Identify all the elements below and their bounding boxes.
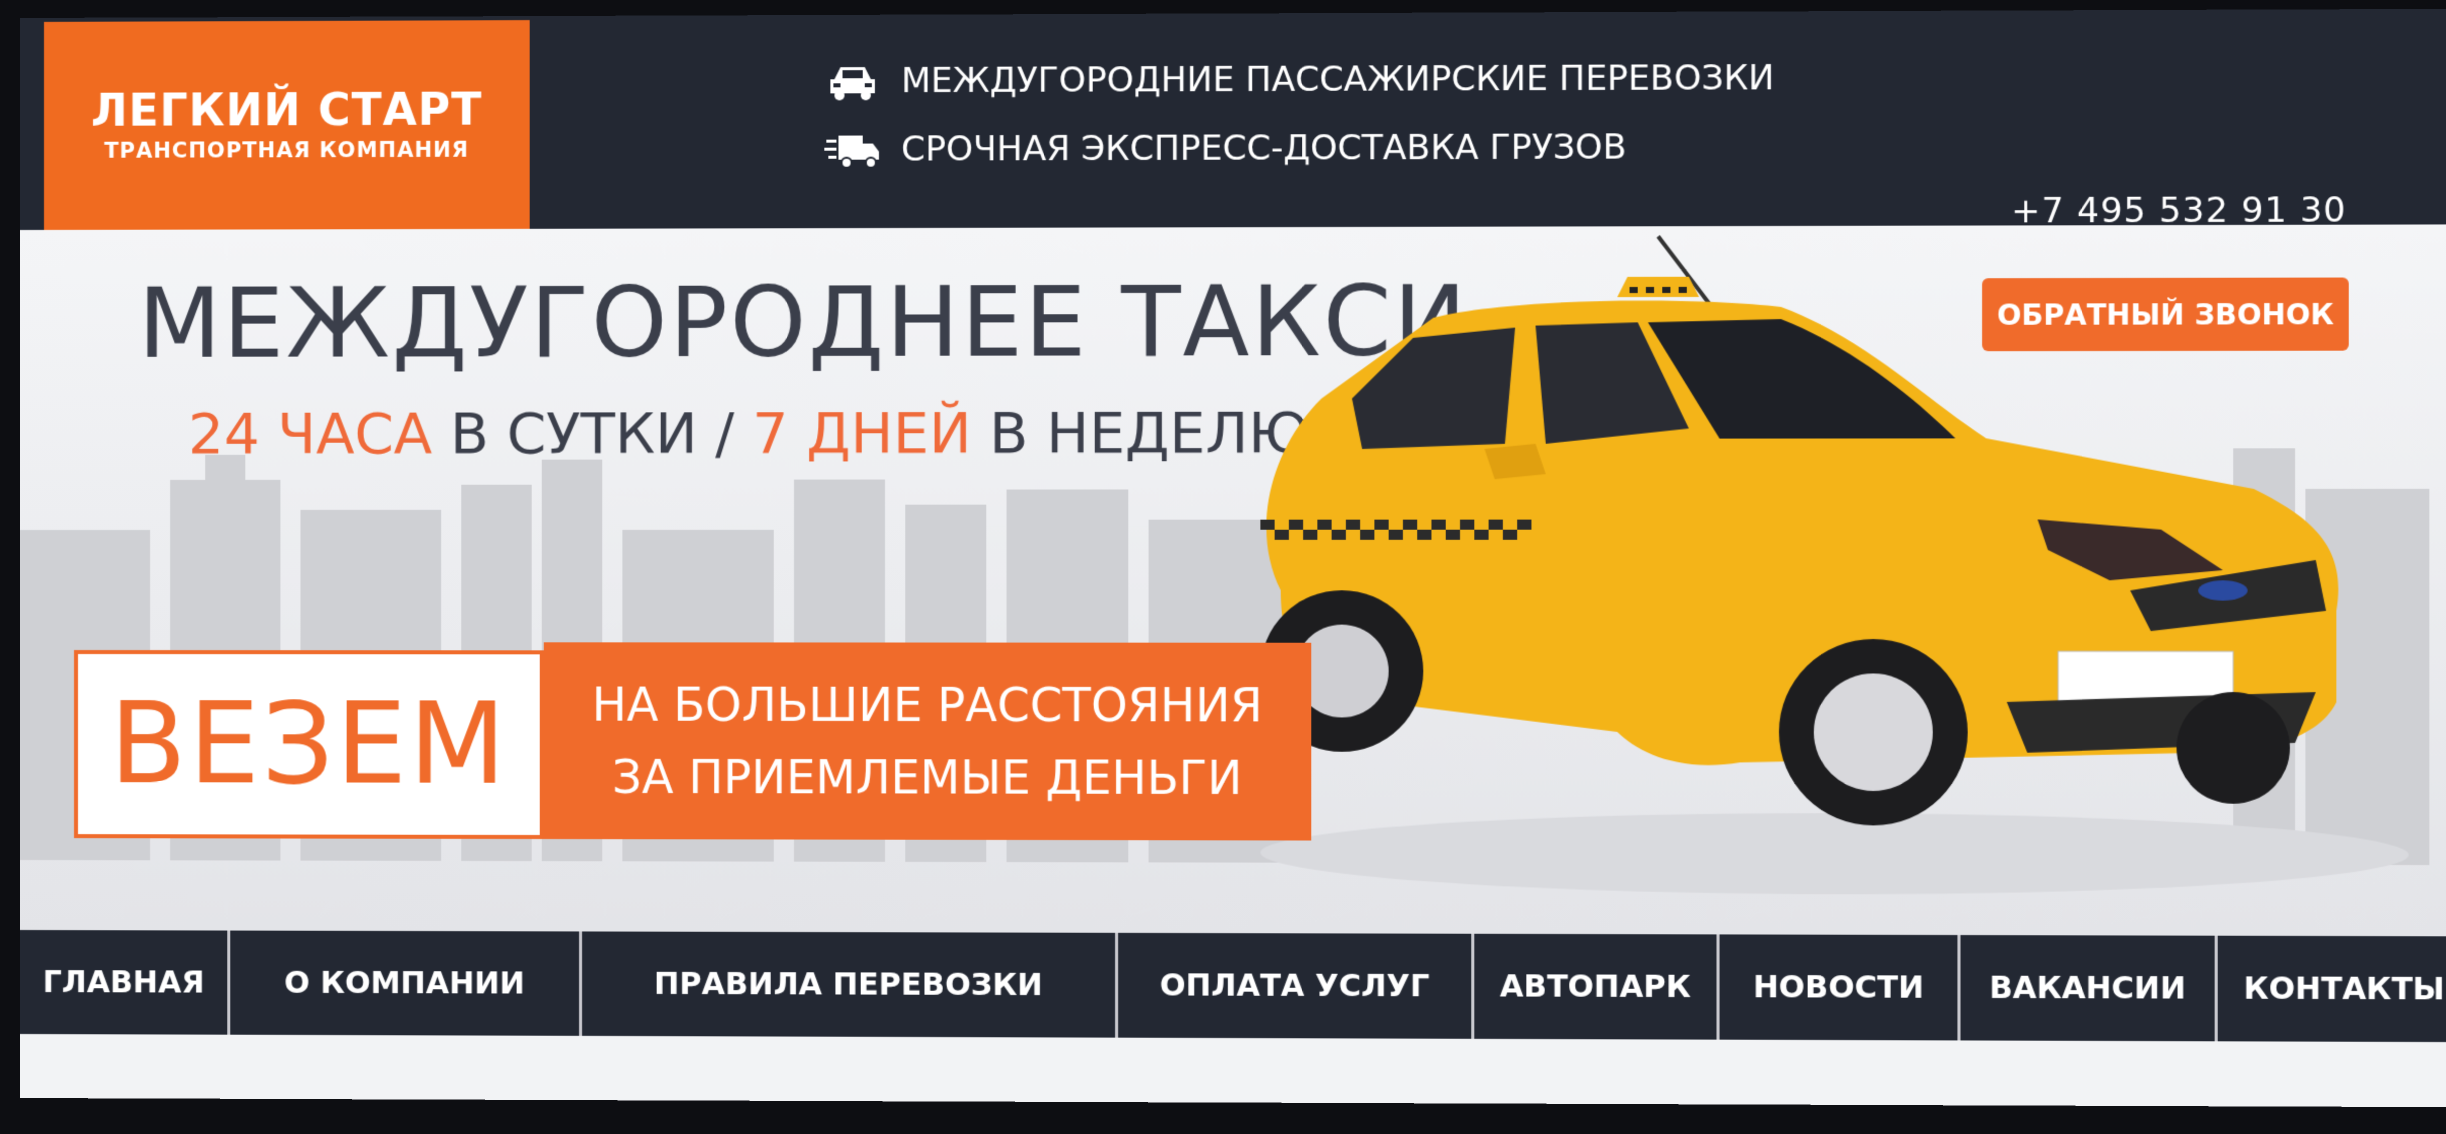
promo-word: ВЕЗЕМ bbox=[74, 650, 544, 840]
service-passenger: МЕЖДУГОРОДНИЕ ПАССАЖИРСКИЕ ПЕРЕВОЗКИ bbox=[824, 48, 1774, 112]
nav-item-about[interactable]: О КОМПАНИИ bbox=[230, 930, 583, 1036]
main-navigation: ГЛАВНАЯ О КОМПАНИИ ПРАВИЛА ПЕРЕВОЗКИ ОПЛ… bbox=[20, 930, 2446, 1043]
nav-item-contacts[interactable]: КОНТАКТЫ bbox=[2218, 936, 2446, 1042]
delivery-truck-icon bbox=[824, 135, 881, 169]
promo-line-2: ЗА ПРИЕМЛЕМЫЕ ДЕНЬГИ bbox=[612, 749, 1243, 806]
hero-banner: МЕЖДУГОРОДНЕЕ ТАКСИ 24 ЧАСА В СУТКИ / 7 … bbox=[20, 224, 2446, 937]
nav-item-vacancies[interactable]: ВАКАНСИИ bbox=[1960, 935, 2218, 1042]
car-icon bbox=[830, 67, 875, 101]
logo-title: ЛЕГКИЙ СТАРТ bbox=[90, 84, 483, 137]
nav-item-news[interactable]: НОВОСТИ bbox=[1719, 934, 1961, 1041]
content-area bbox=[20, 1034, 2446, 1108]
days-highlight: 7 ДНЕЙ bbox=[752, 400, 972, 467]
site-header: ЛЕГКИЙ СТАРТ ТРАНСПОРТНАЯ КОМПАНИЯ МЕЖДУ… bbox=[20, 8, 2446, 232]
promo-text-block: НА БОЛЬШИЕ РАССТОЯНИЯ ЗА ПРИЕМЛЕМЫЕ ДЕНЬ… bbox=[543, 642, 1312, 841]
promo-banner: ВЕЗЕМ НА БОЛЬШИЕ РАССТОЯНИЯ ЗА ПРИЕМЛЕМЫ… bbox=[74, 642, 1312, 843]
hours-highlight: 24 ЧАСА bbox=[188, 401, 433, 467]
logo-subtitle: ТРАНСПОРТНАЯ КОМПАНИЯ bbox=[104, 137, 470, 163]
browser-screen: ЛЕГКИЙ СТАРТ ТРАНСПОРТНАЯ КОМПАНИЯ МЕЖДУ… bbox=[20, 8, 2446, 1108]
nav-item-payment[interactable]: ОПЛАТА УСЛУГ bbox=[1118, 932, 1475, 1039]
service-delivery-label: СРОЧНАЯ ЭКСПРЕСС-ДОСТАВКА ГРУЗОВ bbox=[901, 127, 1627, 170]
company-logo[interactable]: ЛЕГКИЙ СТАРТ ТРАНСПОРТНАЯ КОМПАНИЯ bbox=[43, 20, 530, 230]
service-delivery: СРОЧНАЯ ЭКСПРЕСС-ДОСТАВКА ГРУЗОВ bbox=[824, 117, 1626, 180]
nav-item-home[interactable]: ГЛАВНАЯ bbox=[20, 930, 231, 1035]
service-passenger-label: МЕЖДУГОРОДНИЕ ПАССАЖИРСКИЕ ПЕРЕВОЗКИ bbox=[901, 57, 1775, 102]
hero-subline: 24 ЧАСА В СУТКИ / 7 ДНЕЙ В НЕДЕЛЮ bbox=[188, 401, 1310, 467]
subline-mid: В СУТКИ / bbox=[432, 401, 753, 467]
promo-line-1: НА БОЛЬШИЕ РАССТОЯНИЯ bbox=[591, 677, 1263, 733]
nav-item-fleet[interactable]: АВТОПАРК bbox=[1474, 933, 1720, 1040]
taxi-car-image bbox=[1260, 225, 2339, 826]
nav-item-rules[interactable]: ПРАВИЛА ПЕРЕВОЗКИ bbox=[582, 931, 1119, 1038]
